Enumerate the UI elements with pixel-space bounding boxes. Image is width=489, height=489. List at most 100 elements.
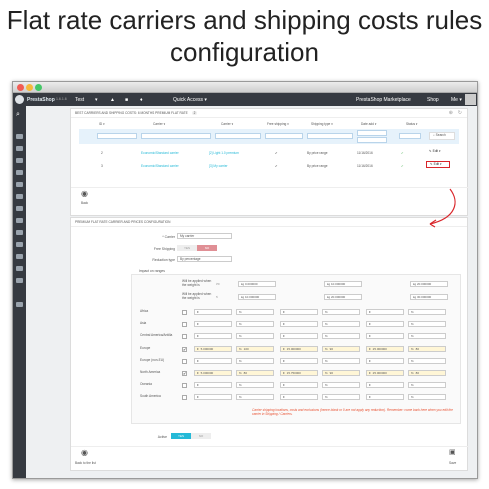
zone-cost-input[interactable]: € (194, 309, 232, 315)
zone-percent-input[interactable]: % (322, 382, 360, 389)
zone-cost-input[interactable]: €5.000000 (194, 370, 232, 376)
col-shipping-type[interactable]: Shipping type ▾ (311, 122, 333, 126)
zone-cost-input[interactable]: € (194, 357, 232, 364)
zone-cost-input[interactable]: € (194, 382, 232, 389)
col-status[interactable]: Status ▾ (406, 122, 418, 126)
orders-sidebar-icon[interactable] (16, 146, 23, 151)
row1-carrier-name[interactable]: Economic/Standard carrier (141, 151, 179, 155)
zone-cost-input[interactable]: €5.000000 (194, 345, 232, 352)
filter-date-to[interactable] (357, 137, 387, 143)
col-carrier[interactable]: Carrier ▾ (221, 122, 233, 126)
zone-percent-input[interactable]: % (322, 321, 360, 328)
zone-percent-input[interactable]: % (236, 394, 274, 401)
zone-cost-input[interactable]: € (366, 309, 404, 315)
customers-icon[interactable]: ♦ (140, 97, 143, 103)
quick-access-menu[interactable]: Quick Access ▾ (173, 97, 207, 103)
logo-text[interactable]: PrestaShop (27, 97, 55, 103)
free-shipping-yes[interactable]: YES (177, 245, 197, 251)
range2-to[interactable]: kg 20.000000 (324, 294, 362, 300)
zone-percent-input[interactable]: % (322, 309, 360, 315)
zone-cost-input[interactable]: € (366, 333, 404, 340)
zone-cost-input[interactable]: € (280, 357, 318, 364)
zone-checkbox[interactable] (182, 395, 187, 401)
zone-percent-input[interactable]: % 80 (408, 370, 446, 376)
catalog-icon[interactable] (16, 158, 23, 163)
zone-cost-input[interactable]: € (366, 321, 404, 328)
close-dot[interactable] (17, 84, 24, 91)
zone-percent-input[interactable]: % (322, 394, 360, 401)
zone-checkbox[interactable]: ✔ (182, 371, 187, 376)
administration-icon[interactable] (16, 254, 23, 259)
zone-cost-input[interactable]: €25.000000 (366, 345, 404, 352)
zone-cost-input[interactable]: € (194, 321, 232, 328)
shop-name[interactable]: Test (75, 97, 84, 103)
back-circle-icon[interactable]: ◉ (81, 190, 88, 198)
customers-sidebar-icon[interactable] (16, 170, 23, 175)
extra-icon[interactable] (16, 278, 23, 283)
range1-to[interactable]: kg 10.000000 (238, 294, 276, 300)
zone-checkbox[interactable] (182, 322, 187, 328)
save-icon[interactable]: ▣ (449, 449, 456, 456)
back-to-list-button[interactable]: Back to the list (75, 461, 96, 465)
zone-percent-input[interactable]: % 80 (408, 345, 446, 352)
search-button[interactable]: ⌕ Search (429, 132, 455, 140)
maximize-dot[interactable] (35, 84, 42, 91)
services-icon[interactable] (16, 182, 23, 187)
zone-percent-input[interactable]: % (408, 382, 446, 389)
zone-percent-input[interactable]: % 90 (322, 370, 360, 376)
save-button[interactable]: Save (449, 461, 456, 465)
marketplace-link[interactable]: PrestaShop Marketplace (356, 97, 411, 103)
col-free-shipping[interactable]: Free shipping ▾ (267, 122, 289, 126)
zone-percent-input[interactable]: % (236, 309, 274, 315)
minimize-dot[interactable] (26, 84, 33, 91)
zone-percent-input[interactable]: % (236, 333, 274, 340)
filter-date-from[interactable] (357, 130, 387, 136)
free-shipping-no[interactable]: NO (197, 245, 217, 251)
refresh-icon[interactable]: ↻ (458, 110, 462, 116)
range3-to[interactable]: kg 30.000000 (410, 294, 448, 300)
zone-cost-input[interactable]: € (366, 394, 404, 401)
stats-icon[interactable] (16, 266, 23, 271)
zone-cost-input[interactable]: €15.750000 (280, 370, 318, 376)
zone-percent-input[interactable]: % 100 (236, 345, 274, 352)
zone-cost-input[interactable]: € (280, 321, 318, 328)
avatar[interactable] (465, 94, 476, 105)
zone-percent-input[interactable]: % (408, 394, 446, 401)
filter-shipping-type[interactable] (307, 133, 353, 139)
zone-percent-input[interactable]: % (236, 357, 274, 364)
list-back-label[interactable]: Back (81, 201, 88, 205)
zone-percent-input[interactable]: % (408, 309, 446, 315)
cart-icon[interactable]: ▾ (95, 97, 98, 103)
zone-cost-input[interactable]: €25.000000 (366, 370, 404, 376)
collapse-menu-icon[interactable] (16, 302, 23, 307)
zone-checkbox[interactable] (182, 334, 187, 340)
active-yes[interactable]: YES (171, 433, 191, 439)
zone-percent-input[interactable]: % (408, 357, 446, 364)
range1-from[interactable]: kg 0.000000 (238, 281, 276, 287)
row2-status[interactable]: ✔ (401, 164, 404, 168)
zone-checkbox[interactable] (182, 383, 187, 389)
reduction-type-select[interactable]: By percentage (177, 256, 232, 262)
range3-from[interactable]: kg 20.000000 (410, 281, 448, 287)
parameters-icon[interactable] (16, 242, 23, 247)
zone-percent-input[interactable]: % (408, 333, 446, 340)
zone-percent-input[interactable]: % (408, 321, 446, 328)
zone-checkbox[interactable] (182, 358, 187, 364)
zone-cost-input[interactable]: € (280, 394, 318, 401)
col-id[interactable]: ID ▾ (99, 122, 105, 126)
col-carrier-name[interactable]: Carrier ▾ (153, 122, 165, 126)
sidebar-search-icon[interactable]: ⌕ (16, 111, 23, 118)
zone-checkbox[interactable] (182, 310, 187, 315)
messages-icon[interactable]: ■ (125, 97, 128, 103)
col-date-add[interactable]: Date add ▾ (361, 122, 376, 126)
active-no[interactable]: NO (191, 433, 211, 439)
filter-free-shipping[interactable] (265, 133, 303, 139)
add-icon[interactable]: ⊕ (449, 110, 453, 116)
filter-carrier-name[interactable] (141, 133, 211, 139)
range2-from[interactable]: kg 10.000000 (324, 281, 362, 287)
filter-carrier[interactable] (215, 133, 261, 139)
modules-icon[interactable] (16, 194, 23, 199)
zone-percent-input[interactable]: % 80 (236, 370, 274, 376)
filter-status[interactable] (399, 133, 421, 139)
preferences-icon[interactable] (16, 230, 23, 235)
